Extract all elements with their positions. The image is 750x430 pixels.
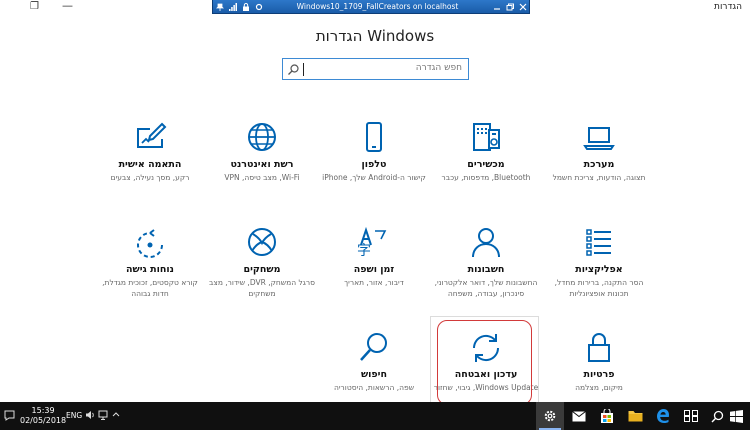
tile-title: משחקים	[243, 264, 281, 275]
ease-of-access-icon	[137, 229, 163, 258]
apps-icon	[586, 229, 611, 256]
tile-personalization[interactable]: התאמה אישית רקע, מסך נעילה, צבעים	[94, 120, 206, 183]
tile-title: מערכת	[583, 159, 615, 170]
tile-desc: מיקום, מצלמה	[575, 383, 623, 392]
tile-title: נוחות גישה	[126, 264, 174, 275]
svg-text:字: 字	[357, 243, 371, 259]
tile-title: התאמה אישית	[118, 159, 182, 170]
minimize-button[interactable]: —	[62, 0, 73, 12]
lock-icon	[240, 2, 251, 12]
taskbar-explorer[interactable]	[621, 402, 649, 430]
task-view-icon	[684, 410, 698, 422]
taskbar: 15:39 02/05/2018 ENG	[0, 402, 750, 430]
search-input[interactable]: חפש הגדרה	[282, 58, 469, 80]
store-icon	[601, 409, 613, 423]
tile-title: מכשירים	[467, 159, 505, 170]
tile-system[interactable]: מערכת תצוגה, הודעות, צריכת חשמל	[543, 120, 655, 183]
red-annotation-highlight	[437, 320, 532, 405]
network-icon[interactable]	[98, 410, 108, 423]
tile-desc: Wi-Fi, מצב טיסה, VPN	[224, 173, 300, 182]
tile-desc: דיבור, אזור, תאריך	[344, 278, 404, 287]
volume-icon[interactable]	[85, 410, 95, 423]
tile-title: רשת ואינטרנט	[230, 159, 294, 170]
tile-desc: החשבונות שלך, דואר אלקטרוני, סינכרון, עב…	[434, 278, 538, 298]
tile-accounts[interactable]: חשבונות החשבונות שלך, דואר אלקטרוני, סינ…	[430, 225, 542, 299]
search-icon	[360, 333, 387, 361]
laptop-icon	[583, 127, 615, 150]
pin-icon[interactable]	[214, 2, 225, 12]
xbox-icon	[248, 228, 276, 256]
tile-desc: סרגל המשחק, DVR, שידור, מצב משחקים	[209, 278, 315, 298]
tile-ease-of-access[interactable]: נוחות גישה קורא טקסטים, זכוכית מגדלת, חד…	[94, 225, 206, 299]
tile-search[interactable]: חיפוש שפה, הרשאות, היסטוריה	[318, 330, 430, 393]
tile-gaming[interactable]: משחקים סרגל המשחק, DVR, שידור, מצב משחקי…	[206, 225, 318, 299]
clock-time: 15:39	[31, 406, 55, 415]
settings-icon	[544, 410, 556, 422]
clock-date: 02/05/2018	[20, 416, 67, 425]
clock[interactable]: 15:39 02/05/2018	[20, 406, 66, 426]
devices-icon	[473, 123, 500, 151]
app-title: הגדרות	[714, 2, 742, 12]
tile-desc: קישור ה-Android שלך, iPhone	[322, 173, 426, 182]
tile-phone[interactable]: טלפון קישור ה-Android שלך, iPhone	[318, 120, 430, 183]
tile-desc: הסר התקנה, ברירות מחדל, תכונות אופציונלי…	[554, 278, 644, 298]
taskbar-task-view[interactable]	[677, 402, 705, 430]
page-title: Windows הגדרות	[315, 27, 435, 45]
tile-title: חיפוש	[360, 369, 388, 380]
tile-desc: קורא טקסטים, זכוכית מגדלת, חדות גבוהה	[102, 278, 198, 298]
signal-icon	[227, 2, 238, 12]
taskbar-edge[interactable]	[649, 402, 677, 430]
taskbar-store[interactable]	[593, 402, 621, 430]
restore-button[interactable]: ❐	[30, 1, 39, 12]
tile-title: זמן ושפה	[353, 264, 395, 275]
remote-desktop-bar: Windows10_1709_FallCreators on localhost	[212, 0, 530, 14]
input-language[interactable]: ENG	[66, 411, 82, 420]
text-caret	[303, 63, 304, 76]
lock-icon	[588, 333, 610, 362]
notification-icon[interactable]	[4, 410, 15, 421]
taskbar-settings[interactable]	[536, 402, 564, 430]
close-icon[interactable]	[517, 2, 528, 12]
tile-desc: רקע, מסך נעילה, צבעים	[110, 173, 190, 182]
tile-title: אפליקציות	[575, 264, 623, 275]
minimize-icon[interactable]	[491, 2, 502, 12]
tile-devices[interactable]: מכשירים Bluetooth, מדפסות, עכבר	[430, 120, 542, 183]
tile-title: פרטיות	[583, 369, 615, 380]
tile-privacy[interactable]: פרטיות מיקום, מצלמה	[543, 330, 655, 393]
tray-overflow-icon[interactable]	[112, 410, 120, 423]
taskbar-mail[interactable]	[565, 402, 593, 430]
mail-icon	[572, 410, 586, 421]
edge-icon	[657, 409, 669, 423]
restore-icon[interactable]	[504, 2, 515, 12]
tile-title: חשבונות	[467, 264, 505, 275]
globe-icon	[248, 123, 276, 151]
start-button[interactable]	[722, 402, 750, 430]
tile-desc: תצוגה, הודעות, צריכת חשמל	[552, 173, 646, 182]
tile-time-language[interactable]: 字 זמן ושפה דיבור, אזור, תאריך	[318, 225, 430, 288]
phone-icon	[366, 122, 382, 152]
tile-title: טלפון	[361, 159, 387, 170]
personalization-icon	[137, 122, 167, 148]
options-icon[interactable]	[253, 2, 264, 12]
tile-desc: Bluetooth, מדפסות, עכבר	[441, 173, 531, 182]
tile-desc: שפה, הרשאות, היסטוריה	[333, 383, 415, 392]
explorer-icon	[628, 411, 642, 422]
time-language-icon: 字	[357, 226, 387, 259]
person-icon	[472, 228, 500, 258]
start-icon	[729, 409, 743, 423]
search-placeholder: חפש הגדרה	[415, 63, 462, 73]
tile-apps[interactable]: אפליקציות הסר התקנה, ברירות מחדל, תכונות…	[543, 225, 655, 299]
remote-session-title: Windows10_1709_FallCreators on localhost	[296, 2, 459, 11]
search-icon[interactable]	[287, 63, 300, 76]
tile-network[interactable]: רשת ואינטרנט Wi-Fi, מצב טיסה, VPN	[206, 120, 318, 183]
